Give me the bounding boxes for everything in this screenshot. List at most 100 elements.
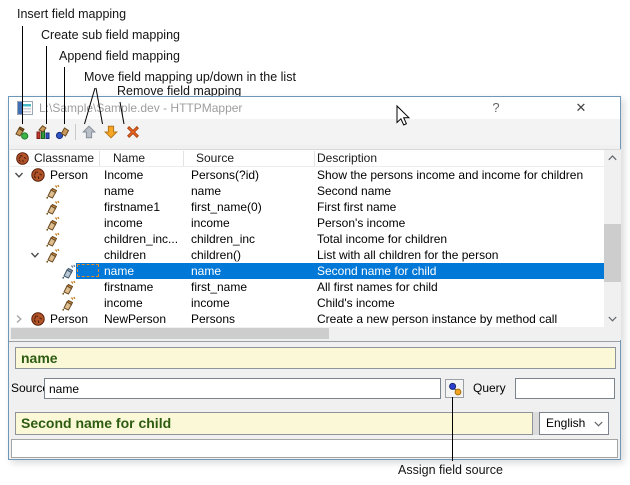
field-mapping-icon <box>60 279 76 295</box>
assign-field-source-icon <box>448 382 462 396</box>
cell-name: name <box>104 263 190 279</box>
cell-source: income <box>191 215 315 231</box>
field-mapping-icon <box>44 215 60 231</box>
list-header[interactable]: Classname Name Source Description <box>10 150 604 167</box>
remove-field-mapping-button[interactable] <box>123 122 143 142</box>
screenshot-root: Insert field mapping Create sub field ma… <box>0 0 630 485</box>
scrollbar-corner <box>604 327 621 340</box>
table-row[interactable]: Person Income Persons(?id) Show the pers… <box>10 167 604 183</box>
cell-description: Second name for child <box>317 263 604 279</box>
expander-collapsed-icon[interactable] <box>14 314 24 324</box>
field-mapping-icon <box>60 295 76 311</box>
annotation-create-sub: Create sub field mapping <box>41 28 180 42</box>
title-bar: L:\Sample\Sample.dev - HTTPMapper ? ✕ <box>9 97 620 119</box>
append-field-mapping-icon <box>55 124 71 140</box>
toolbar <box>9 119 620 145</box>
scroll-down-icon <box>608 316 617 322</box>
table-row[interactable]: income income Person's income <box>10 215 604 231</box>
cell-source: Persons(?id) <box>191 167 315 183</box>
move-down-icon <box>103 124 119 140</box>
create-sub-field-mapping-icon <box>35 124 51 140</box>
move-up-button[interactable] <box>79 122 99 142</box>
focus-rectangle <box>77 264 99 277</box>
cell-source: first_name(0) <box>191 199 315 215</box>
cell-description: Show the persons income and income for c… <box>317 167 604 183</box>
query-input[interactable] <box>515 378 615 399</box>
insert-field-mapping-icon <box>13 124 29 140</box>
table-row[interactable]: firstname1 first_name(0) First first nam… <box>10 199 604 215</box>
column-divider[interactable] <box>99 151 100 166</box>
cell-source: Persons <box>191 311 315 327</box>
scroll-up-button[interactable] <box>604 150 621 166</box>
app-icon <box>17 101 33 115</box>
cell-name: children <box>104 247 190 263</box>
classname-header-icon <box>15 151 30 166</box>
vertical-scrollbar[interactable] <box>604 150 621 327</box>
field-mapping-list: Classname Name Source Description Person… <box>10 149 621 339</box>
table-row[interactable]: children children() List with all childr… <box>10 247 604 263</box>
window-title: L:\Sample\Sample.dev - HTTPMapper <box>39 97 242 119</box>
column-header-description[interactable]: Description <box>317 150 377 167</box>
move-down-button[interactable] <box>101 122 121 142</box>
scroll-up-icon <box>608 155 617 161</box>
append-field-mapping-button[interactable] <box>53 122 73 142</box>
assign-field-source-button[interactable] <box>445 379 464 398</box>
annotation-append: Append field mapping <box>59 49 180 63</box>
annotation-move: Move field mapping up/down in the list <box>84 70 296 84</box>
vertical-scrollbar-thumb[interactable] <box>604 224 621 282</box>
field-mapping-selected-icon <box>60 263 76 279</box>
column-header-source[interactable]: Source <box>196 150 234 167</box>
cell-source: children() <box>191 247 315 263</box>
table-row[interactable]: firstname first_name All first names for… <box>10 279 604 295</box>
table-row[interactable]: income income Child's income <box>10 295 604 311</box>
field-mapping-icon <box>44 199 60 215</box>
cell-name: children_inc... <box>104 231 190 247</box>
table-row-selected[interactable]: name name Second name for child <box>10 263 604 279</box>
field-mapping-icon <box>44 183 60 199</box>
cell-description: Child's income <box>317 295 604 311</box>
expander-expanded-icon[interactable] <box>14 170 24 180</box>
horizontal-scrollbar[interactable] <box>10 327 604 340</box>
cell-description: List with all children for the person <box>317 247 604 263</box>
help-button[interactable]: ? <box>475 97 517 119</box>
table-row[interactable]: children_inc... children_inc Total incom… <box>10 231 604 247</box>
person-class-icon <box>30 167 46 183</box>
chevron-down-icon <box>594 421 603 427</box>
cell-source: income <box>191 295 315 311</box>
cell-name: income <box>104 295 190 311</box>
expander-expanded-icon[interactable] <box>30 250 40 260</box>
source-input[interactable] <box>44 378 441 399</box>
cell-description: All first names for child <box>317 279 604 295</box>
field-description-display: Second name for child <box>15 412 533 435</box>
httpmapper-window: L:\Sample\Sample.dev - HTTPMapper ? ✕ <box>8 96 621 460</box>
field-mapping-icon <box>44 231 60 247</box>
create-sub-field-mapping-button[interactable] <box>33 122 53 142</box>
cell-classname: Person <box>50 167 102 183</box>
close-button[interactable]: ✕ <box>555 97 607 119</box>
column-header-classname[interactable]: Classname <box>34 150 94 167</box>
column-divider[interactable] <box>314 151 315 166</box>
cell-description: Person's income <box>317 215 604 231</box>
cell-description: Total income for children <box>317 231 604 247</box>
cell-name: income <box>104 215 190 231</box>
cell-description: First first name <box>317 199 604 215</box>
horizontal-scrollbar-thumb[interactable] <box>11 328 329 339</box>
column-header-name[interactable]: Name <box>113 150 145 167</box>
table-row[interactable]: name name Second name <box>10 183 604 199</box>
toolbar-separator <box>75 124 76 140</box>
language-selected: English <box>546 416 585 430</box>
language-dropdown[interactable]: English <box>539 412 609 435</box>
column-divider[interactable] <box>183 151 184 166</box>
insert-field-mapping-button[interactable] <box>11 122 31 142</box>
table-row[interactable]: Person NewPerson Persons Create a new pe… <box>10 311 604 327</box>
notes-textbox[interactable] <box>11 439 618 458</box>
field-name-display: name <box>15 347 616 369</box>
cell-name: name <box>104 183 190 199</box>
remove-field-mapping-icon <box>125 124 141 140</box>
cell-name: firstname <box>104 279 190 295</box>
cell-name: NewPerson <box>104 311 190 327</box>
cell-description: Create a new person instance by method c… <box>317 311 604 327</box>
scroll-down-button[interactable] <box>604 311 621 327</box>
person-class-icon <box>30 311 46 327</box>
detail-panel: name Source Query Second name for child … <box>9 341 620 459</box>
